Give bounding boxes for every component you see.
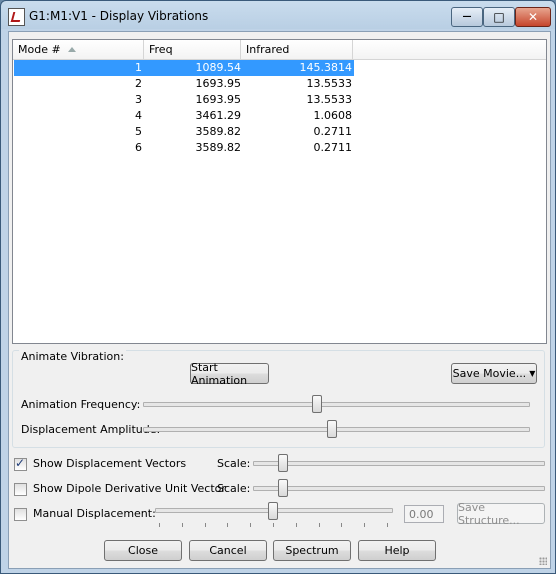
slider-tick — [227, 523, 229, 527]
slider-tick — [341, 523, 343, 527]
save-structure-button[interactable]: Save Structure... — [457, 501, 545, 527]
cell-freq: 3589.82 — [195, 141, 242, 154]
table-row[interactable]: 4 3461.29 1.0608 — [14, 108, 354, 124]
header-freq-label: Freq — [149, 43, 173, 56]
cell-infrared: 13.5533 — [306, 93, 353, 106]
header-mode[interactable]: Mode # — [13, 40, 144, 59]
animation-frequency-slider[interactable] — [311, 395, 322, 413]
save-movie-label: Save Movie... — [452, 367, 527, 380]
cell-freq: 1693.95 — [195, 77, 242, 90]
dipole-scale-label: Scale: — [217, 482, 251, 495]
animate-vibration-group: Animate Vibration: Start Animation Save … — [12, 350, 545, 448]
slider-tick — [318, 523, 320, 527]
vectors-scale-label: Scale: — [217, 457, 251, 470]
dipole-scale-slider[interactable] — [278, 479, 289, 497]
header-infrared[interactable]: Infrared — [241, 40, 353, 59]
dropdown-arrow-icon: ▼ — [529, 369, 536, 378]
cell-freq: 3461.29 — [195, 109, 242, 122]
vibration-mode-list[interactable]: Mode # Freq Infrared 1 1089.54 145.3814 2 16… — [12, 39, 547, 344]
dialog-client-area: Mode # Freq Infrared 1 1089.54 145.3814 2 16… — [8, 31, 551, 569]
show-dipole-derivative-checkbox[interactable] — [14, 483, 27, 496]
header-freq[interactable]: Freq — [144, 40, 241, 59]
title-bar[interactable]: G1:M1:V1 - Display Vibrations — □ ✕ — [1, 1, 555, 31]
displacement-amplitude-label: Displacement Amplitude: — [21, 423, 161, 436]
manual-displacement-slider[interactable] — [268, 502, 278, 520]
animate-vibration-label: Animate Vibration: — [19, 350, 126, 363]
cell-mode: 4 — [135, 109, 142, 122]
table-row[interactable]: 6 3589.82 0.2711 — [14, 140, 354, 156]
header-mode-label: Mode # — [18, 43, 61, 56]
sort-ascending-icon — [68, 47, 76, 52]
cancel-button[interactable]: Cancel — [189, 540, 267, 561]
close-window-button[interactable]: ✕ — [515, 7, 551, 27]
table-row[interactable]: 5 3589.82 0.2711 — [14, 124, 354, 140]
start-animation-button[interactable]: Start Animation — [190, 361, 269, 387]
header-infrared-label: Infrared — [246, 43, 290, 56]
slider-tick — [181, 523, 183, 527]
slider-tick — [159, 523, 160, 527]
close-button[interactable]: Close — [104, 540, 182, 561]
slider-tick — [273, 523, 274, 527]
cell-freq: 1089.54 — [195, 61, 242, 74]
cell-freq: 3589.82 — [195, 125, 242, 138]
save-movie-button[interactable]: Save Movie... ▼ — [451, 363, 537, 384]
slider-tick — [295, 523, 297, 527]
cell-mode: 3 — [135, 93, 142, 106]
cell-infrared: 145.3814 — [299, 61, 353, 74]
cell-mode: 6 — [135, 141, 142, 154]
spectrum-button[interactable]: Spectrum — [273, 540, 351, 561]
maximize-button[interactable]: □ — [483, 7, 515, 27]
manual-displacement-value[interactable]: 0.00 — [404, 505, 444, 523]
show-displacement-vectors-checkbox[interactable] — [14, 456, 27, 471]
dipole-scale-track — [253, 486, 545, 491]
cell-infrared: 13.5533 — [306, 77, 353, 90]
slider-tick — [387, 523, 388, 527]
list-header: Mode # Freq Infrared — [13, 40, 546, 60]
animation-frequency-track — [143, 402, 530, 407]
maximize-icon: □ — [493, 10, 505, 24]
slider-tick — [204, 523, 206, 527]
vectors-scale-slider[interactable] — [278, 454, 289, 472]
cell-infrared: 1.0608 — [313, 109, 353, 122]
cell-mode: 1 — [135, 61, 142, 74]
close-icon: ✕ — [527, 10, 539, 24]
minimize-button[interactable]: — — [451, 7, 483, 27]
help-button[interactable]: Help — [358, 540, 436, 561]
manual-displacement-checkbox[interactable] — [14, 508, 27, 521]
resize-grip[interactable] — [539, 557, 547, 565]
show-displacement-vectors-label: Show Displacement Vectors — [33, 457, 187, 470]
cell-freq: 1693.95 — [195, 93, 242, 106]
app-icon — [8, 8, 25, 26]
table-row[interactable]: 3 1693.95 13.5533 — [14, 92, 354, 108]
vectors-scale-track — [253, 461, 545, 466]
cell-mode: 2 — [135, 77, 142, 90]
minimize-icon: — — [462, 12, 472, 22]
slider-tick — [364, 523, 366, 527]
cell-infrared: 0.2711 — [313, 141, 353, 154]
table-row[interactable]: 2 1693.95 13.5533 — [14, 76, 354, 92]
cell-mode: 5 — [135, 125, 142, 138]
displacement-amplitude-slider[interactable] — [326, 420, 337, 438]
table-row[interactable]: 1 1089.54 145.3814 — [14, 60, 354, 76]
cell-infrared: 0.2711 — [313, 125, 353, 138]
show-dipole-derivative-label: Show Dipole Derivative Unit Vector — [33, 482, 226, 495]
slider-tick — [250, 523, 252, 527]
window-title: G1:M1:V1 - Display Vibrations — [29, 9, 209, 23]
display-vibrations-window: G1:M1:V1 - Display Vibrations — □ ✕ Mode… — [0, 0, 556, 574]
animation-frequency-label: Animation Frequency: — [21, 398, 141, 411]
manual-displacement-label: Manual Displacement: — [33, 507, 156, 520]
